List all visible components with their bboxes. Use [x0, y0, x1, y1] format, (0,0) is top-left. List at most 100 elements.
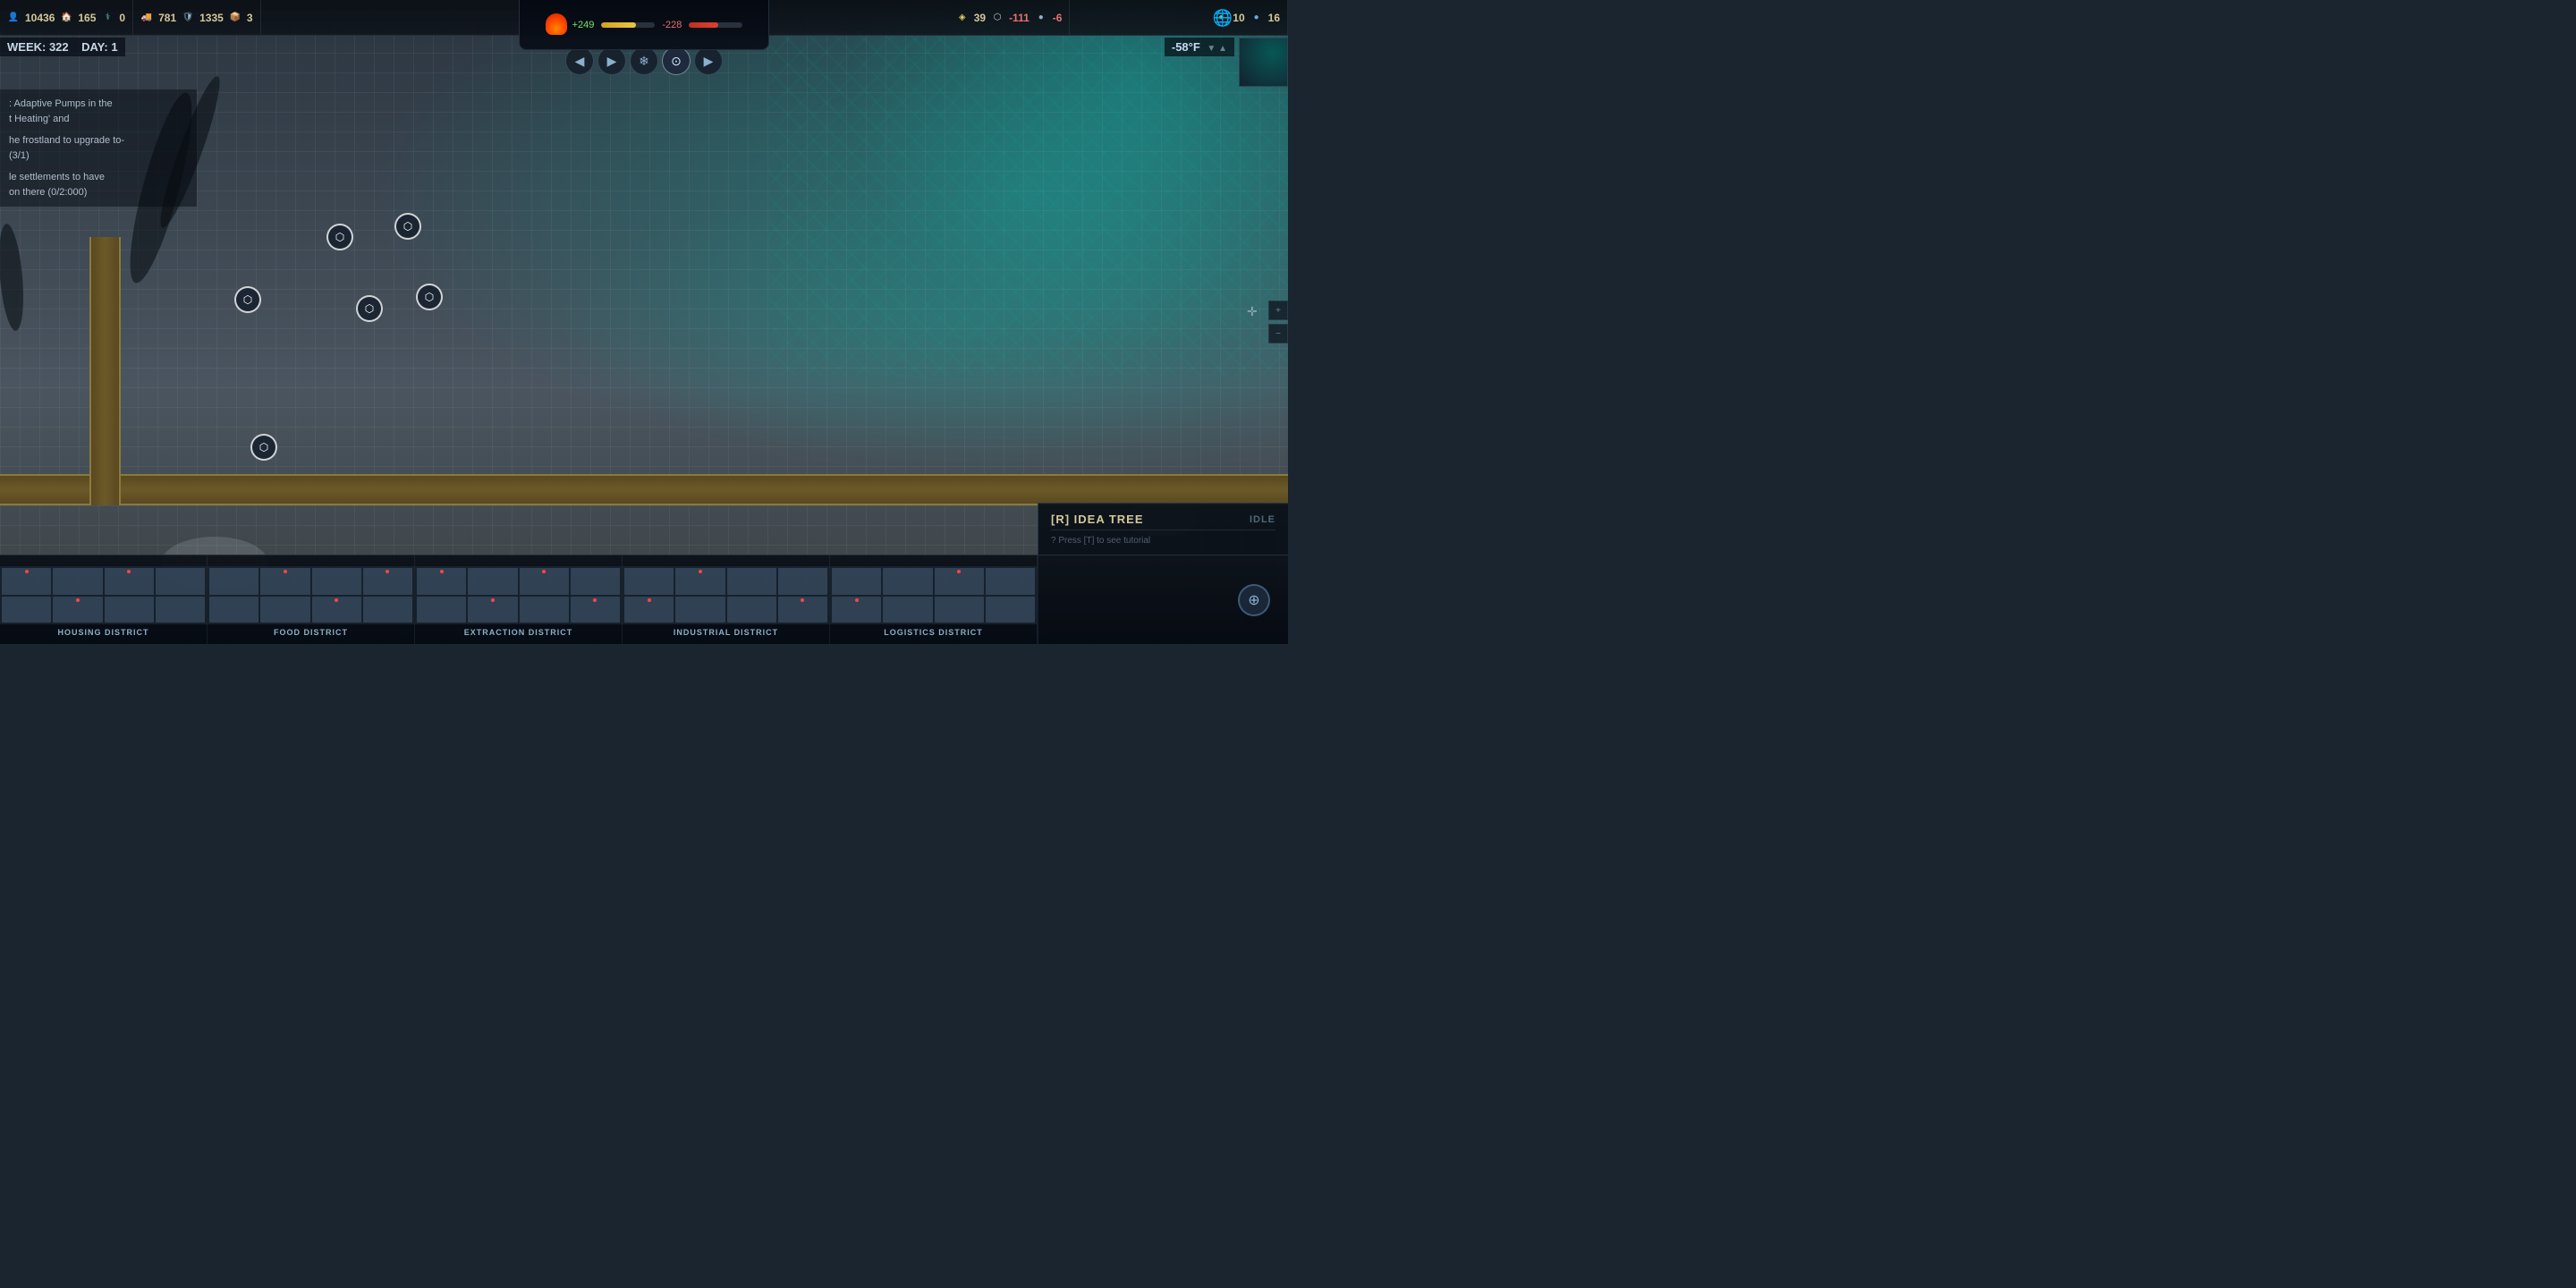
resource-icon-2: ⬡ [991, 12, 1004, 24]
building-block [624, 568, 674, 595]
industrial-preview-bg [623, 566, 829, 624]
building-block [986, 568, 1035, 595]
building-block [105, 597, 154, 623]
quest-line-4: he frostland to upgrade to- [9, 133, 188, 148]
right-edge-buttons: + − [1268, 301, 1288, 343]
logistics-district-label: LOGISTICS DISTRICT [884, 628, 983, 637]
building-block [935, 568, 984, 595]
industrial-district-label: INDUSTRIAL DISTRICT [674, 628, 778, 637]
box-icon: 📦 [229, 12, 242, 24]
heat-bar: +249 -228 [572, 20, 743, 30]
housing-preview-bg [0, 566, 207, 624]
medical-icon: ⚕ [101, 12, 114, 24]
edge-btn-1[interactable]: + [1268, 301, 1288, 320]
settlement-icon-4[interactable]: ⬡ [416, 284, 443, 310]
settlement-symbol-4: ⬡ [425, 291, 434, 303]
settlement-icon-6[interactable]: ⬡ [394, 213, 421, 240]
settlement-icon-2[interactable]: ⬡ [234, 286, 261, 313]
crosshair-icon: ✛ [1247, 304, 1261, 318]
building-block [727, 597, 776, 623]
extraction-district-label: EXTRACTION DISTRICT [464, 628, 573, 637]
prev-button[interactable]: ◀ [565, 47, 594, 75]
building-block [2, 568, 51, 595]
building-block [675, 568, 724, 595]
workers-section: 👤 10436 🏠 165 ⚕ 0 [0, 0, 133, 35]
cart-icon: 🚚 [140, 12, 153, 24]
next-button[interactable]: ▶ [597, 47, 626, 75]
building-block [260, 597, 309, 623]
extraction-district-tab[interactable]: EXTRACTION DISTRICT [415, 555, 623, 644]
building-block [363, 597, 412, 623]
quest-line-7: le settlements to have [9, 170, 188, 185]
transport-section: 🚚 781 🛡 1335 📦 3 [133, 0, 260, 35]
edge-btn-2[interactable]: − [1268, 324, 1288, 343]
day-label: DAY: 1 [81, 40, 117, 54]
play-button[interactable]: ▶ [694, 47, 723, 75]
building-block [675, 597, 724, 623]
food-district-label: FOOD DISTRICT [274, 628, 348, 637]
settlement-icon-3[interactable]: ⬡ [356, 295, 383, 322]
building-block [312, 597, 361, 623]
building-block [209, 597, 258, 623]
building-block [520, 597, 569, 623]
building-block [417, 597, 466, 623]
food-preview-bg [208, 566, 414, 624]
settlement-symbol-6: ⬡ [403, 220, 412, 233]
building-block [53, 597, 102, 623]
panel-title-text[interactable]: [R] IDEA TREE [1051, 513, 1144, 526]
logistics-preview-bg [830, 566, 1037, 624]
building-block [312, 568, 361, 595]
extraction-preview-bg [415, 566, 622, 624]
compass-icon[interactable]: 🌐 [1209, 0, 1236, 36]
food-district-tab[interactable]: FOOD DISTRICT [208, 555, 415, 644]
circle-icon-2: ● [1250, 12, 1263, 24]
bottom-corner-icon[interactable]: ⊕ [1238, 584, 1270, 616]
building-block [105, 568, 154, 595]
building-block [417, 568, 466, 595]
building-block [778, 597, 827, 623]
resource-1: 39 [974, 12, 986, 24]
building-block [209, 568, 258, 595]
house-icon: 🏠 [60, 12, 72, 24]
housing-district-tab[interactable]: HOUSING DISTRICT [0, 555, 208, 644]
road-track [0, 474, 1288, 505]
right-2: 16 [1268, 12, 1280, 24]
building-block [571, 597, 620, 623]
industrial-preview [623, 566, 829, 624]
building-block [727, 568, 776, 595]
mini-map[interactable] [1239, 38, 1288, 87]
building-block [363, 568, 412, 595]
building-block [883, 568, 932, 595]
building-block [832, 568, 881, 595]
settlement-symbol-3: ⬡ [365, 302, 374, 315]
quest-spacer [9, 126, 188, 133]
housing-district-label: HOUSING DISTRICT [57, 628, 148, 637]
bottom-corner-icon-area: ⊕ [1038, 555, 1288, 644]
quest-line-5: (3/1) [9, 148, 188, 164]
heat-positive: +249 [572, 20, 595, 30]
quest-spacer-2 [9, 163, 188, 170]
extraction-preview [415, 566, 622, 624]
settlement-icon-1[interactable]: ⬡ [326, 224, 353, 250]
quest-line-8: on there (0/2:000) [9, 185, 188, 200]
heat-loss-bar [689, 22, 742, 28]
resource-2: -111 [1009, 12, 1030, 24]
house-count: 165 [78, 12, 96, 24]
snowflake-button[interactable]: ❄ [630, 47, 658, 75]
heat-negative: -228 [662, 20, 682, 30]
panel-hint: ? Press [T] to see tutorial [1051, 530, 1275, 546]
housing-preview [0, 566, 207, 624]
food-preview [208, 566, 414, 624]
industrial-district-tab[interactable]: INDUSTRIAL DISTRICT [623, 555, 830, 644]
building-block [571, 568, 620, 595]
resource-3: -6 [1053, 12, 1063, 24]
building-block [778, 568, 827, 595]
center-hud: +249 -228 [519, 0, 769, 50]
illness-count: 0 [119, 12, 125, 24]
logistics-district-tab[interactable]: LOGISTICS DISTRICT [830, 555, 1038, 644]
building-block [520, 568, 569, 595]
heat-loss-fill [689, 22, 718, 28]
quest-line-1: : Adaptive Pumps in the [9, 97, 188, 112]
target-button[interactable]: ⊙ [662, 47, 691, 75]
settlement-icon-5[interactable]: ⬡ [250, 434, 277, 461]
